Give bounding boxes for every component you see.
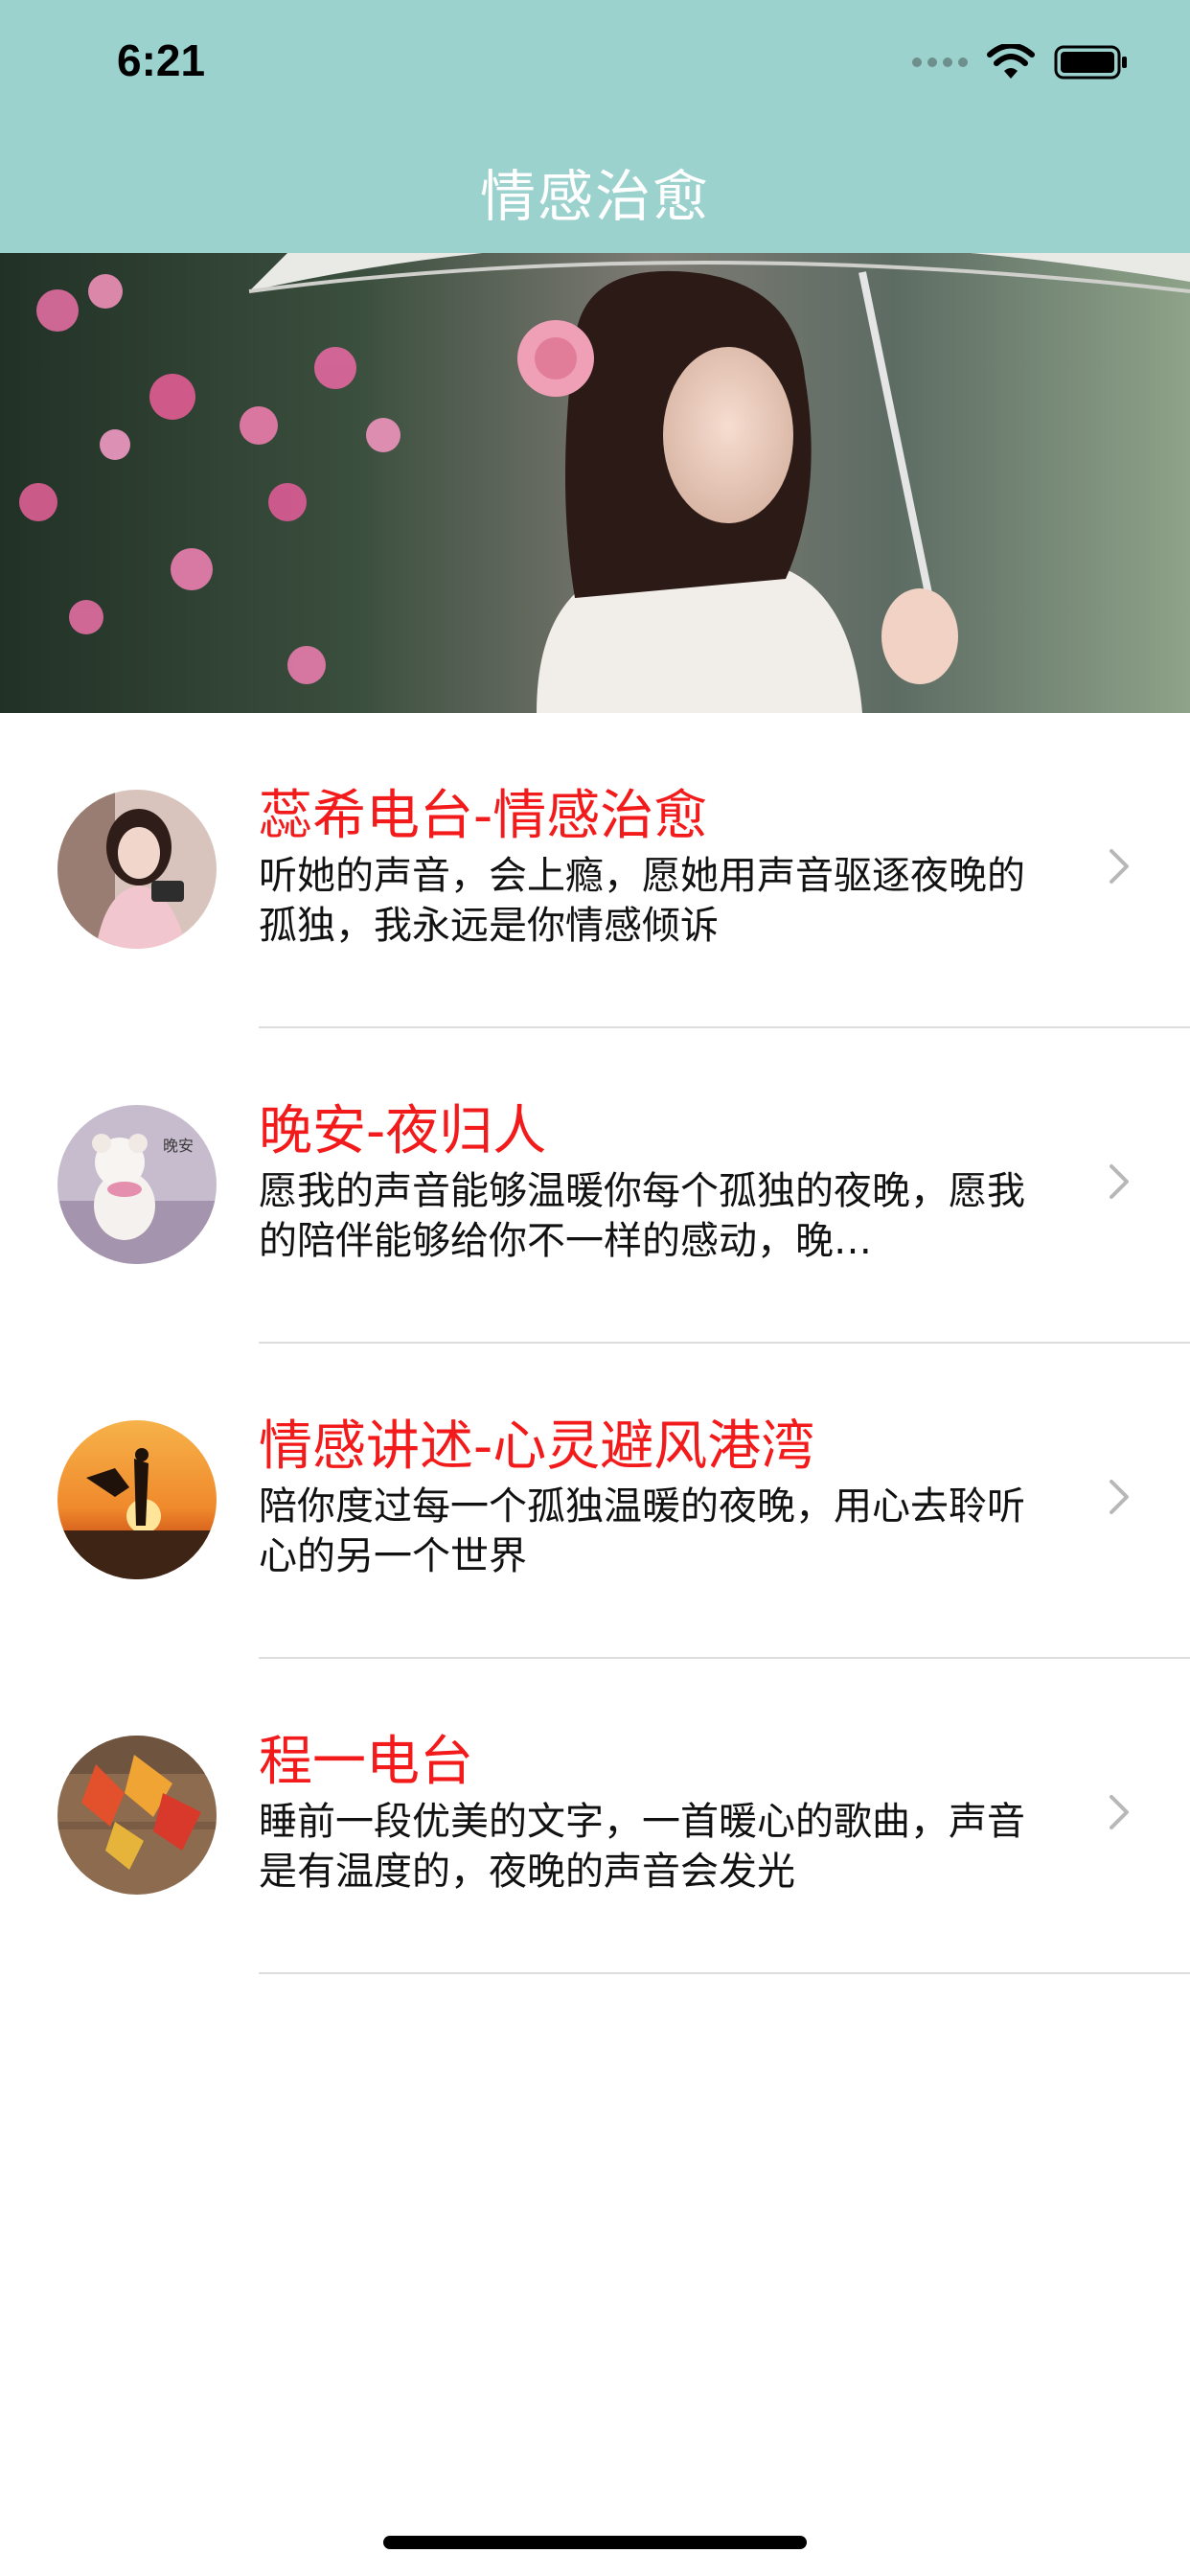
- radio-list: 蕊希电台-情感治愈 听她的声音，会上瘾，愿她用声音驱逐夜晚的孤独，我永远是你情感…: [0, 713, 1190, 1974]
- item-title: 程一电台: [259, 1731, 473, 1793]
- banner-photo: [0, 253, 1190, 713]
- banner-image[interactable]: [0, 253, 1190, 713]
- cellular-signal-icon: [912, 58, 968, 67]
- avatar: [57, 790, 217, 949]
- avatar: 晚安: [57, 1105, 217, 1264]
- battery-icon: [1054, 45, 1127, 80]
- status-time: 6:21: [117, 35, 206, 85]
- separator: [259, 1972, 1190, 1974]
- wifi-icon: [987, 44, 1035, 79]
- svg-text:晚安: 晚安: [163, 1137, 194, 1155]
- item-description: 愿我的声音能够温暖你每个孤独的夜晚，愿我的陪伴能够给你不一样的感动，晚…: [259, 1169, 1025, 1263]
- list-item[interactable]: 情感讲述-心灵避风港湾 陪你度过每一个孤独温暖的夜晚，用心去聆听心的另一个世界: [0, 1344, 1190, 1659]
- avatar: [57, 1420, 217, 1579]
- chevron-right-icon: [1110, 1795, 1129, 1829]
- item-title: 晚安-夜归人: [259, 1100, 547, 1162]
- chevron-right-icon: [1110, 1480, 1129, 1514]
- item-description: 陪你度过每一个孤独温暖的夜晚，用心去聆听心的另一个世界: [259, 1484, 1025, 1578]
- item-title: 情感讲述-心灵避风港湾: [259, 1415, 815, 1478]
- list-item[interactable]: 蕊希电台-情感治愈 听她的声音，会上瘾，愿她用声音驱逐夜晚的孤独，我永远是你情感…: [0, 713, 1190, 1028]
- home-indicator[interactable]: [383, 2536, 807, 2549]
- chevron-right-icon: [1110, 849, 1129, 884]
- navigation-bar: 6:21 情感治愈: [0, 0, 1190, 253]
- chevron-right-icon: [1110, 1164, 1129, 1199]
- status-icons: [912, 44, 1129, 80]
- item-title: 蕊希电台-情感治愈: [259, 785, 708, 847]
- item-description: 听她的声音，会上瘾，愿她用声音驱逐夜晚的孤独，我永远是你情感倾诉: [259, 854, 1025, 948]
- page-title: 情感治愈: [479, 164, 710, 229]
- item-description: 睡前一段优美的文字，一首暖心的歌曲，声音是有温度的，夜晚的声音会发光: [259, 1800, 1025, 1894]
- avatar: [57, 1736, 217, 1895]
- list-item[interactable]: 程一电台 睡前一段优美的文字，一首暖心的歌曲，声音是有温度的，夜晚的声音会发光: [0, 1659, 1190, 1974]
- list-item[interactable]: 晚安 晚安-夜归人 愿我的声音能够温暖你每个孤独的夜晚，愿我的陪伴能够给你不一样…: [0, 1028, 1190, 1344]
